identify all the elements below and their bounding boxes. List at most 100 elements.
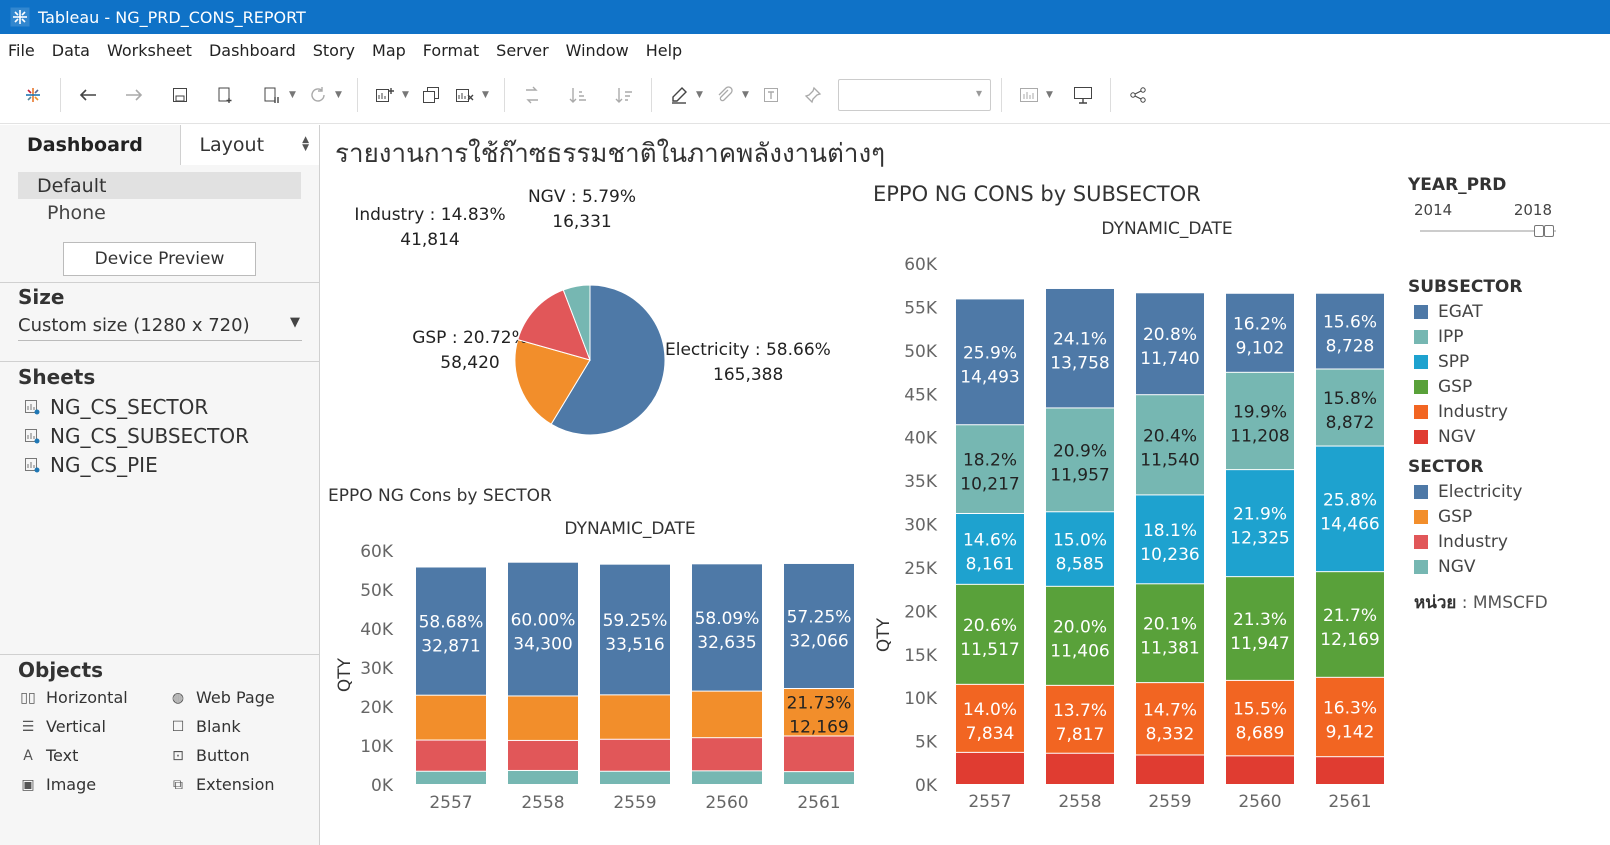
object-horizontal[interactable]: ▯▯ Horizontal [20, 688, 127, 707]
new-data-source-icon[interactable] [209, 78, 243, 112]
save-icon[interactable] [163, 78, 197, 112]
sheet-item[interactable]: NG_CS_SECTOR [24, 395, 208, 419]
legend-item-sector[interactable]: GSP [1408, 504, 1608, 529]
pie-chart-sector-share[interactable]: Electricity : 58.66% 165,388 GSP : 20.72% 5… [320, 180, 865, 470]
device-preview-button[interactable]: Device Preview [63, 242, 256, 276]
tab-layout[interactable]: Layout ▲ ▼ [180, 125, 319, 165]
new-worksheet-icon[interactable] [368, 78, 402, 112]
bar-segment-industry[interactable] [784, 736, 854, 772]
tab-scroll-arrows-icon[interactable]: ▲ ▼ [302, 136, 309, 153]
object-extension[interactable]: ⧉ Extension [170, 775, 275, 794]
object-button[interactable]: ⊡ Button [170, 746, 249, 765]
undo-icon[interactable] [71, 78, 105, 112]
legend-item-subsector[interactable]: Industry [1408, 399, 1608, 424]
menu-help[interactable]: Help [646, 41, 682, 60]
bar-segment-ngv[interactable] [1046, 753, 1114, 784]
bar-segment-ngv[interactable] [1136, 755, 1204, 784]
share-icon[interactable] [1121, 78, 1155, 112]
bar-segment-industry[interactable] [508, 740, 578, 770]
bar-segment-gsp[interactable] [692, 691, 762, 738]
menu-dashboard[interactable]: Dashboard [209, 41, 296, 60]
legend-item-sector[interactable]: Electricity [1408, 479, 1608, 504]
size-dropdown[interactable]: Custom size (1280 x 720) ▼ [18, 315, 302, 341]
menu-story[interactable]: Story [313, 41, 355, 60]
year-range-slider[interactable] [1420, 223, 1565, 239]
sheet-item[interactable]: NG_CS_PIE [24, 453, 158, 477]
bar-percent-label: 21.3% [1233, 610, 1287, 630]
sheet-item[interactable]: NG_CS_SUBSECTOR [24, 424, 249, 448]
menu-file[interactable]: File [8, 41, 35, 60]
bar-segment-gsp[interactable] [508, 696, 578, 740]
legend-label: Industry [1438, 401, 1508, 422]
menu-data[interactable]: Data [52, 41, 90, 60]
group-dropdown-icon[interactable]: ▼ [742, 90, 754, 100]
menu-server[interactable]: Server [496, 41, 548, 60]
bar-percent-label: 60.00% [511, 611, 576, 631]
sort-ascending-icon[interactable] [561, 78, 595, 112]
bar-segment-industry[interactable] [416, 740, 486, 771]
x-tick-label: 2560 [705, 793, 748, 813]
slider-handle-min[interactable] [1534, 225, 1544, 237]
slider-handle-max[interactable] [1544, 225, 1554, 237]
show-mark-labels-icon[interactable] [754, 78, 788, 112]
sort-descending-icon[interactable] [607, 78, 641, 112]
show-me-dropdown-icon[interactable]: ▼ [1046, 90, 1058, 100]
device-phone[interactable]: Phone [0, 199, 319, 226]
legend-item-subsector[interactable]: EGAT [1408, 299, 1608, 324]
object-vertical[interactable]: ☰ Vertical [20, 717, 106, 736]
clear-sheet-icon[interactable] [448, 78, 482, 112]
object-blank[interactable]: ☐ Blank [170, 717, 241, 736]
tableau-home-icon[interactable] [16, 78, 50, 112]
show-me-icon[interactable] [1012, 78, 1046, 112]
bar-chart-subsector[interactable]: EPPO NG CONS by SUBSECTOR DYNAMIC_DATE QTY… [865, 175, 1405, 845]
highlight-icon[interactable] [662, 78, 696, 112]
bar-segment-ngv[interactable] [508, 770, 578, 784]
refresh-dropdown-icon[interactable]: ▼ [335, 90, 347, 100]
clear-dropdown-icon[interactable]: ▼ [482, 90, 494, 100]
bar-segment-ngv[interactable] [784, 772, 854, 784]
legend-item-subsector[interactable]: GSP [1408, 374, 1608, 399]
legend-item-subsector[interactable]: IPP [1408, 324, 1608, 349]
menu-worksheet[interactable]: Worksheet [107, 41, 192, 60]
legend-item-subsector[interactable]: SPP [1408, 349, 1608, 374]
swap-rows-columns-icon[interactable] [515, 78, 549, 112]
legend-item-sector[interactable]: NGV [1408, 554, 1608, 579]
legend-item-sector[interactable]: Industry [1408, 529, 1608, 554]
redo-icon[interactable] [117, 78, 151, 112]
bar-percent-label: 20.1% [1143, 615, 1197, 635]
bar-value-label: 9,102 [1236, 338, 1285, 358]
bar-percent-label: 20.9% [1053, 441, 1107, 461]
bar-segment-industry[interactable] [600, 739, 670, 771]
presentation-mode-icon[interactable] [1066, 78, 1100, 112]
device-default[interactable]: Default [18, 172, 301, 199]
bar-segment-industry[interactable] [692, 738, 762, 771]
highlight-dropdown-icon[interactable]: ▼ [696, 90, 708, 100]
duplicate-sheet-icon[interactable] [414, 78, 448, 112]
menu-window[interactable]: Window [566, 41, 629, 60]
y-tick-label: 40K [904, 429, 938, 449]
pause-updates-icon[interactable] [255, 78, 289, 112]
bar-segment-ngv[interactable] [416, 771, 486, 784]
refresh-icon[interactable] [301, 78, 335, 112]
legend-item-subsector[interactable]: NGV [1408, 424, 1608, 449]
bar-segment-gsp[interactable] [416, 695, 486, 740]
object-image[interactable]: ▣ Image [20, 775, 96, 794]
fit-dropdown[interactable] [838, 78, 991, 111]
bar-segment-gsp[interactable] [600, 695, 670, 739]
tab-dashboard[interactable]: Dashboard [0, 125, 181, 165]
pause-dropdown-icon[interactable]: ▼ [289, 90, 301, 100]
object-text[interactable]: A Text [20, 746, 78, 765]
bar-segment-ngv[interactable] [956, 752, 1024, 784]
menu-format[interactable]: Format [423, 41, 479, 60]
new-worksheet-dropdown-icon[interactable]: ▼ [402, 90, 414, 100]
bar-value-label: 13,758 [1050, 354, 1109, 374]
bar-segment-ngv[interactable] [692, 771, 762, 784]
object-web-page[interactable]: ◍ Web Page [170, 688, 275, 707]
bar-segment-ngv[interactable] [600, 771, 670, 784]
fix-axes-icon[interactable] [796, 78, 830, 112]
bar-chart-sector[interactable]: EPPO NG Cons by SECTOR DYNAMIC_DATE QTY 0K 1… [320, 480, 865, 845]
group-members-icon[interactable] [708, 78, 742, 112]
bar-segment-ngv[interactable] [1226, 756, 1294, 784]
menu-map[interactable]: Map [372, 41, 406, 60]
bar-segment-ngv[interactable] [1316, 757, 1384, 784]
